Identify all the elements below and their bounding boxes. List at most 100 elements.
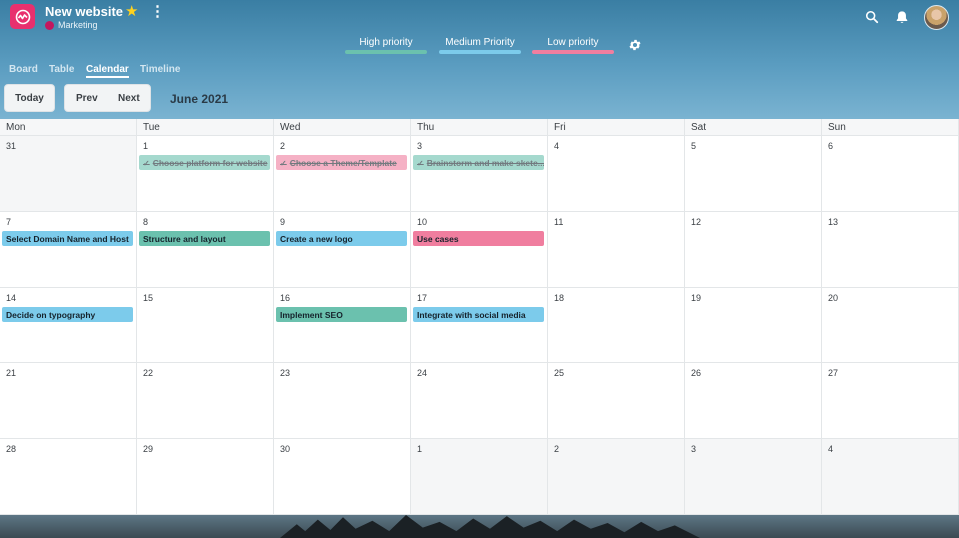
calendar-event[interactable]: ✓ Brainstorm and make sketc...: [413, 155, 544, 170]
calendar-day-cell[interactable]: 13: [822, 211, 959, 288]
day-number: 26: [691, 368, 702, 379]
event-title: Choose platform for website: [152, 158, 268, 168]
calendar-event[interactable]: Use cases: [413, 230, 544, 246]
calendar-grid: Mon Tue Wed Thu Fri Sat Sun 31 1 ✓ Choose platform…: [0, 119, 959, 515]
legend-medium-priority: Medium Priority: [445, 37, 515, 48]
calendar-day-cell[interactable]: 6: [822, 136, 959, 212]
day-number: 13: [828, 216, 839, 227]
calendar-day-cell[interactable]: 23: [274, 363, 411, 440]
tab-table[interactable]: Table: [49, 64, 74, 75]
bell-icon[interactable]: [895, 10, 909, 25]
today-button[interactable]: Today: [4, 84, 55, 112]
app-logo[interactable]: [10, 4, 35, 29]
legend-high-priority-bar: [345, 50, 427, 54]
legend-medium-priority-bar: [439, 50, 521, 54]
active-tab-indicator: [86, 76, 129, 78]
more-vertical-icon[interactable]: ⋮: [150, 2, 165, 20]
calendar-day-cell[interactable]: 8 Structure and layout: [137, 211, 274, 288]
calendar-event[interactable]: Integrate with social media: [413, 306, 544, 322]
day-number: 5: [691, 141, 697, 151]
event-title: Select Domain Name and Host: [6, 233, 129, 244]
day-number: 12: [691, 216, 702, 227]
calendar-day-cell[interactable]: 26: [685, 363, 822, 440]
next-button[interactable]: Next: [118, 93, 140, 104]
event-title: Use cases: [417, 233, 459, 244]
event-title: Structure and layout: [143, 233, 226, 244]
prev-button[interactable]: Prev: [76, 93, 98, 104]
calendar-day-cell[interactable]: 20: [822, 287, 959, 364]
calendar-day-cell[interactable]: 3 ✓ Brainstorm and make sketc...: [411, 136, 548, 212]
calendar-day-cell[interactable]: 27: [822, 363, 959, 440]
event-title: Decide on typography: [6, 309, 96, 320]
day-number: 21: [6, 368, 17, 379]
day-number: 30: [280, 444, 291, 455]
weekday-header: Sun: [822, 119, 959, 136]
calendar-day-cell[interactable]: 29: [137, 439, 274, 515]
event-title: Choose a Theme/Template: [289, 158, 397, 168]
calendar-day-cell[interactable]: 14 Decide on typography: [0, 287, 137, 364]
calendar-day-cell[interactable]: 25: [548, 363, 685, 440]
calendar-event[interactable]: Select Domain Name and Host: [2, 230, 133, 246]
calendar-day-cell[interactable]: 19: [685, 287, 822, 364]
calendar-day-cell[interactable]: 28: [0, 439, 137, 515]
calendar-day-cell[interactable]: 15: [137, 287, 274, 364]
day-number: 6: [828, 141, 834, 151]
event-title: Create a new logo: [280, 233, 353, 244]
star-icon[interactable]: ★: [125, 2, 138, 20]
day-number: 25: [554, 368, 565, 379]
weekday-header: Tue: [137, 119, 274, 136]
team-name[interactable]: Marketing: [58, 20, 98, 30]
calendar-day-cell[interactable]: 2 ✓ Choose a Theme/Template: [274, 136, 411, 212]
calendar-day-cell[interactable]: 4: [822, 439, 959, 515]
gear-icon[interactable]: [628, 38, 642, 52]
search-icon[interactable]: [865, 10, 879, 24]
calendar-day-cell[interactable]: 21: [0, 363, 137, 440]
calendar-day-cell[interactable]: 16 Implement SEO: [274, 287, 411, 364]
calendar-day-cell[interactable]: 1: [411, 439, 548, 515]
calendar-event[interactable]: Decide on typography: [2, 306, 133, 322]
avatar[interactable]: [924, 5, 949, 30]
tab-board[interactable]: Board: [9, 64, 38, 75]
calendar-day-cell[interactable]: 3: [685, 439, 822, 515]
calendar-event[interactable]: Create a new logo: [276, 230, 407, 246]
event-title: Integrate with social media: [417, 309, 526, 320]
calendar-day-cell[interactable]: 30: [274, 439, 411, 515]
prev-next-group: Prev Next: [64, 84, 151, 112]
wave-logo-icon: [15, 9, 30, 24]
day-number: 15: [143, 292, 154, 303]
day-number: 8: [143, 216, 149, 227]
calendar-day-cell[interactable]: 17 Integrate with social media: [411, 287, 548, 364]
check-icon: ✓: [280, 159, 287, 168]
calendar-event[interactable]: ✓ Choose platform for website: [139, 155, 270, 170]
legend-high-priority: High priority: [359, 37, 413, 48]
calendar-day-cell[interactable]: 9 Create a new logo: [274, 211, 411, 288]
calendar-event[interactable]: Structure and layout: [139, 230, 270, 246]
calendar-day-cell[interactable]: 31: [0, 136, 137, 212]
calendar-day-cell[interactable]: 7 Select Domain Name and Host: [0, 211, 137, 288]
calendar-event[interactable]: Implement SEO: [276, 306, 407, 322]
day-number: 22: [143, 368, 154, 379]
calendar-day-cell[interactable]: 2: [548, 439, 685, 515]
check-icon: ✓: [417, 159, 424, 168]
calendar-day-cell[interactable]: 12: [685, 211, 822, 288]
day-number: 18: [554, 292, 565, 303]
calendar-day-cell[interactable]: 5: [685, 136, 822, 212]
day-number: 2: [280, 141, 286, 151]
calendar-day-cell[interactable]: 18: [548, 287, 685, 364]
calendar-day-cell[interactable]: 24: [411, 363, 548, 440]
month-label: June 2021: [170, 92, 229, 106]
day-number: 7: [6, 216, 12, 227]
calendar-day-cell[interactable]: 22: [137, 363, 274, 440]
tab-timeline[interactable]: Timeline: [140, 64, 180, 75]
day-number: 11: [554, 216, 564, 227]
calendar-day-cell[interactable]: 10 Use cases: [411, 211, 548, 288]
day-number: 4: [828, 444, 834, 455]
team-color-dot: [45, 21, 54, 30]
calendar-day-cell[interactable]: 11: [548, 211, 685, 288]
calendar-event[interactable]: ✓ Choose a Theme/Template: [276, 155, 407, 170]
calendar-day-cell[interactable]: 1 ✓ Choose platform for website: [137, 136, 274, 212]
calendar-day-cell[interactable]: 4: [548, 136, 685, 212]
tab-calendar[interactable]: Calendar: [86, 64, 129, 75]
weekday-header: Mon: [0, 119, 137, 136]
project-title[interactable]: New website: [45, 4, 123, 19]
